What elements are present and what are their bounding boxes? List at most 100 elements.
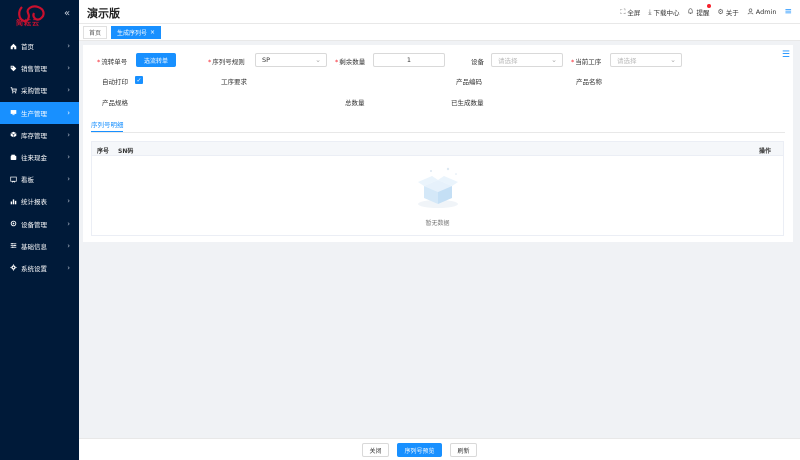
chevron-down-icon: ⌄ — [315, 56, 321, 64]
product-spec-label: 产品规格 — [102, 99, 128, 107]
sidebar-item-inventory[interactable]: 库存管理 › — [0, 124, 79, 146]
download-center-button[interactable]: ⤓ 下载中心 — [648, 7, 679, 18]
chevron-right-icon: › — [67, 219, 70, 228]
sidebar-item-label: 统计报表 — [21, 198, 47, 207]
chevron-right-icon: › — [67, 130, 70, 139]
home-icon — [9, 42, 18, 51]
cart-icon — [9, 86, 18, 95]
required-mark: * — [97, 58, 101, 66]
tag-icon — [9, 64, 18, 73]
chevron-right-icon: › — [67, 108, 70, 117]
current-process-select[interactable]: 请选择 ⌄ — [610, 53, 682, 67]
about-button[interactable]: ⚙ 关于 — [717, 7, 738, 17]
current-process-label: *当前工序 — [571, 56, 601, 66]
device-label-text: 设备 — [471, 58, 484, 66]
chart-icon — [9, 197, 18, 206]
serial-detail-table: 序号 SN码 操作 暂无数据 — [91, 141, 784, 236]
sidebar-item-label: 系统设置 — [21, 264, 47, 273]
chevron-right-icon: › — [67, 153, 70, 162]
sidebar-item-label: 销售管理 — [21, 65, 47, 74]
remaining-qty-input[interactable]: 1 — [373, 53, 445, 67]
sidebar-item-devices[interactable]: 设备管理 › — [0, 213, 79, 235]
monitor-icon — [9, 108, 18, 117]
sidebar-item-label: 库存管理 — [21, 131, 47, 140]
serial-rule-value: SP — [262, 56, 271, 64]
chevron-down-icon: ⌄ — [670, 56, 676, 64]
refresh-button[interactable]: 刷新 — [450, 443, 477, 457]
sidebar-item-purchase[interactable]: 采购管理 › — [0, 79, 79, 101]
sidebar-item-system-settings[interactable]: 系统设置 › — [0, 257, 79, 279]
auto-print-checkbox[interactable]: ✓ — [135, 76, 143, 84]
chevron-right-icon: › — [67, 42, 70, 51]
user-menu[interactable]: Admin — [747, 8, 777, 17]
sidebar-item-home[interactable]: 首页 › — [0, 35, 79, 57]
tab-generate-serial[interactable]: 生成序列号 × — [111, 25, 162, 39]
fullscreen-icon: ⛶ — [620, 7, 626, 16]
close-icon[interactable]: × — [150, 29, 155, 36]
fullscreen-label: 全屏 — [627, 9, 641, 17]
user-icon — [747, 8, 754, 17]
remaining-qty-label-text: 剩余数量 — [339, 58, 366, 66]
menu-icon[interactable]: ≡ — [784, 7, 792, 17]
chevron-right-icon: › — [67, 263, 70, 272]
chevron-right-icon: › — [67, 86, 70, 95]
sidebar: 简耘云 « 首页 › 销售管理 › 采购管理 › 生产管理 › 库存管理 › 往… — [0, 0, 79, 460]
collapse-icon[interactable]: « — [64, 8, 70, 19]
chevron-right-icon: › — [67, 197, 70, 206]
logo-text: 简耘云 — [16, 19, 40, 27]
serial-rule-label: *序列号规则 — [208, 56, 245, 66]
tab-bar: 首页 生成序列号 × — [79, 24, 800, 41]
remind-label: 提醒 — [696, 9, 710, 17]
header-toolbar: ⛶ 全屏 ⤓ 下载中心 提醒 ⚙ 关于 Admin ≡ — [620, 4, 800, 18]
sidebar-item-label: 采购管理 — [21, 87, 47, 96]
wallet-icon — [9, 153, 18, 162]
tab-serial-detail[interactable]: 序列号明细 — [91, 119, 124, 129]
fullscreen-button[interactable]: ⛶ 全屏 — [620, 7, 641, 18]
select-flow-button[interactable]: 选流转单 — [136, 53, 176, 67]
empty-text: 暂无数据 — [425, 220, 450, 227]
gear-icon: ⚙ — [717, 8, 724, 16]
required-mark: * — [208, 58, 212, 66]
column-header-sn: SN码 — [118, 148, 134, 155]
close-button[interactable]: 关闭 — [362, 443, 389, 457]
notification-badge — [707, 4, 712, 8]
sidebar-item-reports[interactable]: 统计报表 › — [0, 190, 79, 212]
table-header: 序号 SN码 操作 — [92, 142, 783, 156]
column-settings-icon[interactable]: ☰ — [782, 50, 790, 60]
serial-preview-button[interactable]: 序列号预览 — [397, 443, 442, 457]
page-title: 演示版 — [87, 7, 120, 20]
bell-icon — [687, 7, 694, 17]
product-code-label: 产品编码 — [456, 78, 482, 86]
tab-label: 生成序列号 — [117, 29, 148, 37]
active-tab-indicator — [91, 131, 123, 132]
device-placeholder: 请选择 — [498, 57, 518, 65]
device-select[interactable]: 请选择 ⌄ — [491, 53, 563, 67]
serial-rule-select[interactable]: SP ⌄ — [255, 53, 327, 67]
sidebar-item-sales[interactable]: 销售管理 › — [0, 57, 79, 79]
empty-state: 暂无数据 — [92, 156, 783, 235]
main-card: ☰ *流转单号 选流转单 *序列号规则 SP ⌄ *剩余数量 1 设备 请选择 … — [83, 45, 793, 242]
sidebar-item-board[interactable]: 看板 › — [0, 168, 79, 190]
user-name: Admin — [755, 8, 777, 16]
board-icon — [9, 175, 18, 184]
remind-button[interactable]: 提醒 — [687, 4, 712, 17]
sidebar-item-basic-info[interactable]: 基础信息 › — [0, 235, 79, 257]
empty-box-icon — [418, 167, 458, 208]
divider — [91, 132, 785, 133]
flow-no-label: *流转单号 — [97, 56, 127, 66]
sidebar-item-label: 首页 — [21, 43, 34, 52]
product-name-label: 产品名称 — [576, 78, 602, 86]
sidebar-nav: 首页 › 销售管理 › 采购管理 › 生产管理 › 库存管理 › 往来现金 › … — [0, 35, 79, 279]
sidebar-item-cash[interactable]: 往来现金 › — [0, 146, 79, 168]
sidebar-item-production[interactable]: 生产管理 › — [0, 101, 79, 124]
box-icon — [9, 130, 18, 139]
column-header-index: 序号 — [97, 148, 110, 155]
top-header: 演示版 ⛶ 全屏 ⤓ 下载中心 提醒 ⚙ 关于 Admin ≡ — [79, 0, 800, 24]
tab-home[interactable]: 首页 — [83, 25, 108, 39]
remaining-qty-label: *剩余数量 — [335, 56, 365, 66]
sliders-icon — [9, 241, 18, 250]
footer-bar: 关闭 序列号预览 刷新 — [79, 438, 800, 460]
serial-rule-label-text: 序列号规则 — [212, 58, 245, 66]
download-icon: ⤓ — [648, 7, 652, 16]
device-label: 设备 — [471, 56, 484, 66]
